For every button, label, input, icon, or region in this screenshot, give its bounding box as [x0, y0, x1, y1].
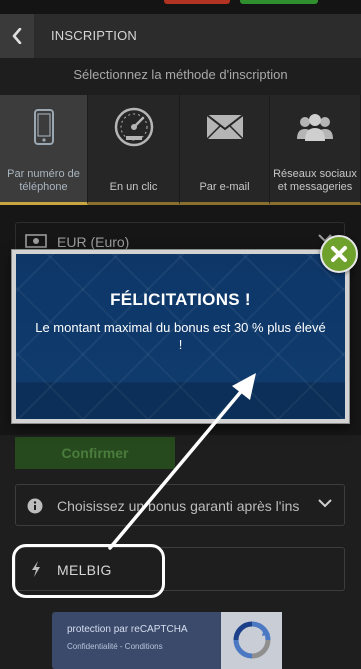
- top-green-button[interactable]: [240, 0, 318, 4]
- confirm-button[interactable]: Confirmer: [15, 437, 175, 469]
- registration-method-tabs: Par numéro de téléphone En un clic Par e…: [0, 95, 361, 205]
- chevron-left-icon: [12, 28, 22, 44]
- tab-email[interactable]: Par e-mail: [180, 95, 270, 205]
- phone-icon: [33, 109, 54, 145]
- recaptcha-title: protection par reCAPTCHA: [67, 624, 188, 635]
- tab-phone-label: Par numéro de téléphone: [7, 168, 80, 193]
- envelope-icon: [205, 114, 244, 140]
- chevron-down-icon: [318, 499, 332, 508]
- modal-message: Le montant maximal du bonus est 30 % plu…: [35, 320, 326, 352]
- tab-social-label: Réseaux sociaux et messageries: [273, 168, 357, 193]
- recaptcha-icon: [233, 621, 271, 659]
- bonus-select-placeholder: Choisissez un bonus garanti après l'ins: [57, 498, 300, 514]
- info-icon: [27, 498, 43, 514]
- tab-one-click[interactable]: En un clic: [88, 95, 180, 205]
- people-icon: [297, 114, 333, 141]
- tab-one-click-label: En un clic: [109, 181, 158, 193]
- back-button[interactable]: [0, 14, 34, 58]
- tab-social[interactable]: Réseaux sociaux et messageries: [270, 95, 361, 205]
- tab-email-label: Par e-mail: [199, 181, 250, 193]
- speedometer-icon: [114, 107, 153, 147]
- modal-title: FÉLICITATIONS !: [110, 290, 251, 309]
- tab-phone[interactable]: Par numéro de téléphone: [0, 95, 88, 205]
- close-icon: [331, 246, 347, 262]
- registration-method-subtitle: Sélectionnez la méthode d'inscription: [73, 67, 288, 82]
- promo-code-annotation-outline: [12, 544, 165, 598]
- recaptcha-links[interactable]: Confidentialité - Conditions: [67, 642, 163, 651]
- top-red-button[interactable]: [164, 0, 230, 4]
- page-title: INSCRIPTION: [51, 28, 137, 43]
- close-modal-button[interactable]: [320, 235, 358, 273]
